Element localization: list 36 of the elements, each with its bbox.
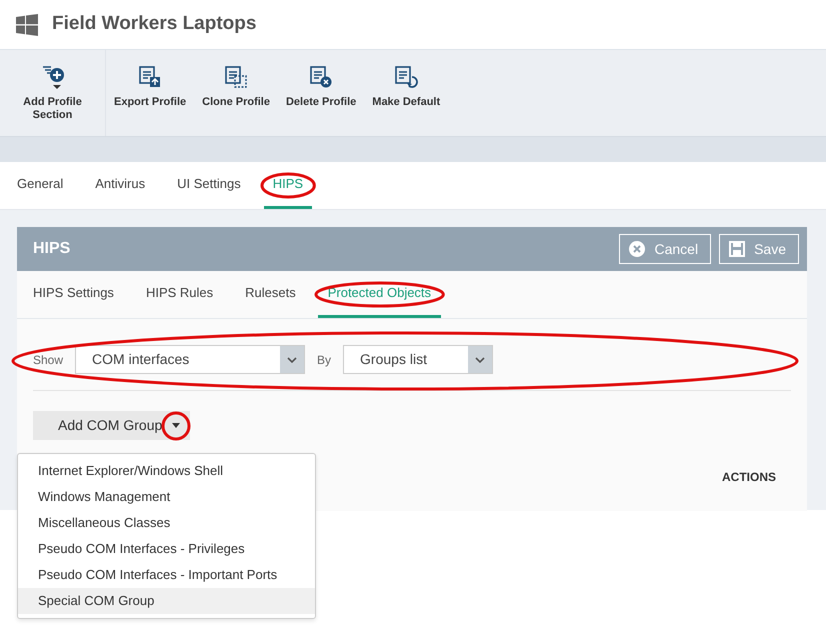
select-field[interactable]: COM interfaces — [75, 345, 306, 374]
save-icon — [728, 240, 746, 258]
menu-item[interactable]: Pseudo COM Interfaces - Privileges — [18, 536, 315, 562]
default-icon — [394, 64, 418, 90]
show-label: Show — [33, 352, 64, 368]
by-label: By — [317, 352, 332, 368]
toolbar-button[interactable]: Add Profile Section — [0, 50, 106, 136]
tab[interactable]: HIPS Settings — [23, 271, 124, 318]
add-section-icon — [40, 64, 64, 90]
menu-item[interactable]: Miscellaneous Classes — [18, 510, 315, 536]
tab[interactable]: General — [8, 162, 72, 209]
toolbar-button[interactable]: Make Default — [364, 50, 448, 136]
select-field[interactable]: Groups list — [343, 345, 494, 374]
menu-item[interactable]: Windows Management — [18, 484, 315, 510]
menu-item[interactable]: Special COM Group — [18, 588, 315, 614]
panel-title: HIPS — [33, 239, 70, 259]
chevron-down-icon — [475, 356, 486, 362]
toolbar-button[interactable]: Clone Profile — [194, 50, 278, 136]
cancel-icon — [628, 240, 646, 258]
column-header: ACTIONS — [722, 469, 776, 486]
tab[interactable]: Rulesets — [235, 271, 306, 318]
menu-item[interactable]: Pseudo COM Interfaces - Important Ports — [18, 562, 315, 588]
delete-icon — [309, 64, 334, 90]
add-group-button[interactable]: Add COM Group — [33, 411, 190, 440]
export-icon — [138, 64, 162, 90]
windows-logo-icon — [16, 14, 38, 36]
tab[interactable]: UI Settings — [168, 162, 250, 209]
toolbar-button[interactable]: Delete Profile — [278, 50, 364, 136]
page-title: Field Workers Laptops — [52, 12, 256, 36]
clone-icon — [224, 64, 248, 90]
toolbar-button[interactable]: Export Profile — [106, 50, 194, 136]
chevron-down-icon — [287, 356, 298, 362]
caret-down-icon — [172, 423, 180, 428]
menu-item[interactable]: Internet Explorer/Windows Shell — [18, 458, 315, 484]
tab[interactable]: Antivirus — [86, 162, 154, 209]
tab[interactable]: HIPS Rules — [136, 271, 224, 318]
